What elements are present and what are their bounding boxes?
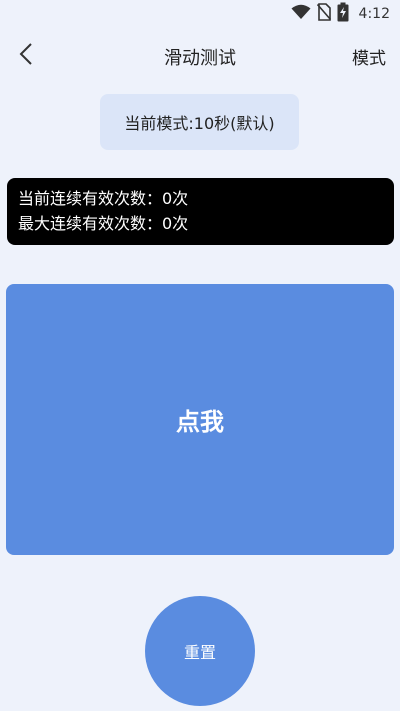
- status-time: 4:12: [358, 6, 390, 22]
- status-bar: 4:12: [0, 0, 400, 28]
- mode-button[interactable]: 模式: [352, 44, 386, 69]
- tap-area-button[interactable]: 点我: [6, 284, 394, 555]
- status-icons: 4:12: [291, 2, 390, 26]
- app-bar: 滑动测试 模式: [0, 36, 400, 76]
- battery-charging-icon: [337, 2, 349, 26]
- current-streak-text: 当前连续有效次数：0次: [18, 189, 189, 208]
- page-title: 滑动测试: [164, 48, 236, 69]
- reset-button[interactable]: 重置: [145, 596, 255, 706]
- max-streak-text: 最大连续有效次数：0次: [18, 214, 189, 233]
- wifi-icon: [291, 4, 311, 24]
- mode-badge: 当前模式:10秒(默认): [100, 94, 299, 150]
- tap-area-label: 点我: [176, 408, 224, 436]
- stats-box: 当前连续有效次数：0次 最大连续有效次数：0次: [7, 178, 394, 245]
- no-sim-icon: [316, 3, 331, 25]
- reset-button-label: 重置: [183, 643, 216, 662]
